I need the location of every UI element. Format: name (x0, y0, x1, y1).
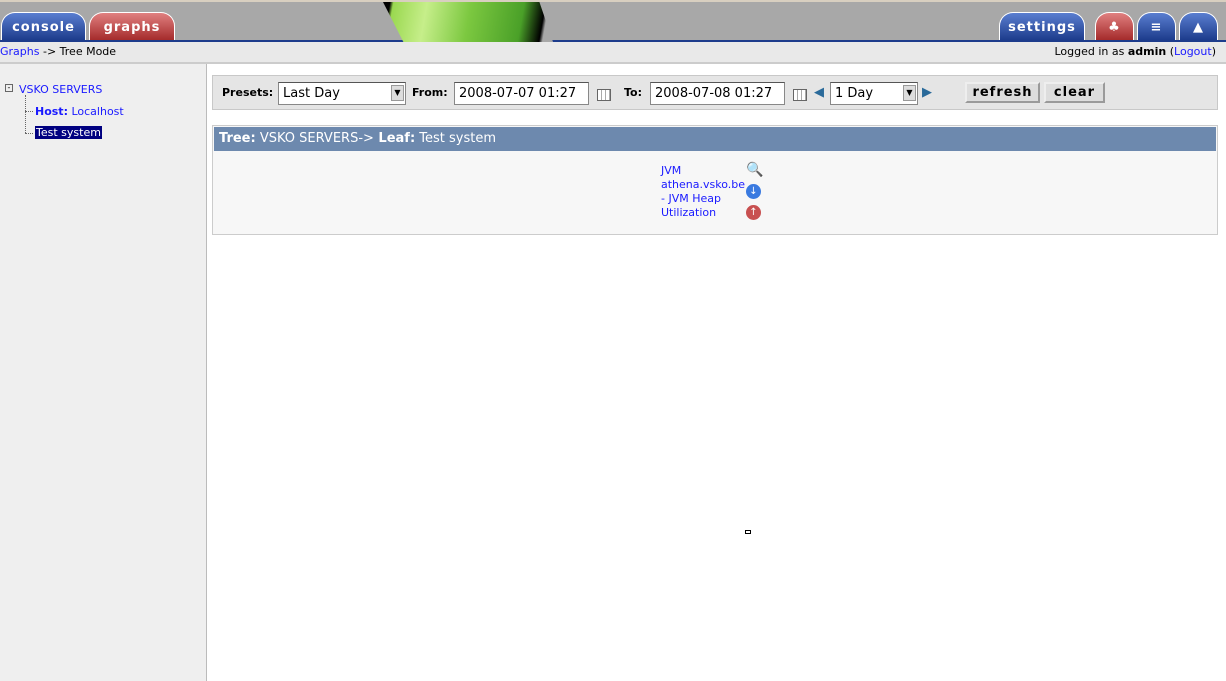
console-tab[interactable]: console (1, 12, 86, 40)
refresh-button[interactable]: refresh (965, 82, 1040, 103)
tree-item-localhost[interactable]: Host: Localhost (35, 105, 124, 118)
breadcrumb-graphs-link[interactable]: Graphs (0, 45, 39, 58)
timespan-select[interactable]: 1 Day ▼ (830, 82, 918, 105)
collapse-icon[interactable]: - (5, 84, 13, 92)
tree-sidebar: - VSKO SERVERS Host: Localhost Test syst… (0, 64, 207, 681)
chevron-down-icon: ▼ (391, 85, 404, 101)
zoom-magnifier-icon[interactable]: 🔍 (746, 163, 763, 178)
panel-header: Tree: VSKO SERVERS-> Leaf: Test system (214, 127, 1216, 151)
preview-icon: ▲ (1193, 20, 1204, 35)
breadcrumb-bar: Graphs -> Tree Mode Logged in as admin (… (0, 42, 1226, 64)
chevron-down-icon: ▼ (903, 85, 916, 101)
tree-view-tab[interactable]: ♣ (1095, 12, 1134, 40)
to-calendar-icon[interactable] (793, 89, 807, 101)
arrow-down-icon[interactable]: ↓ (746, 184, 761, 199)
graph-title-link[interactable]: JVM athena.vsko.be - JVM Heap Utilization (661, 164, 745, 220)
logout-link[interactable]: Logout (1174, 45, 1212, 58)
tree-icon: ♣ (1108, 20, 1121, 35)
from-date-input[interactable]: 2008-07-07 01:27 (454, 82, 589, 105)
timespan-filter-bar: Presets: Last Day ▼ From: 2008-07-07 01:2… (212, 75, 1218, 110)
from-calendar-icon[interactable] (597, 89, 611, 101)
top-nav-bar: console graphs settings ♣ ≡ ▲ (0, 0, 1226, 42)
graph-panel: Tree: VSKO SERVERS-> Leaf: Test system J… (212, 125, 1218, 235)
marker (745, 530, 751, 534)
graphs-tab[interactable]: graphs (89, 12, 175, 40)
tree-item-test-system[interactable]: Test system (35, 126, 102, 139)
clear-button[interactable]: clear (1044, 82, 1105, 103)
tree-root-vsko-servers[interactable]: VSKO SERVERS (19, 83, 102, 96)
breadcrumb: Graphs -> Tree Mode (0, 45, 117, 58)
login-status: Logged in as admin (Logout) (1054, 45, 1216, 58)
cacti-logo (383, 2, 553, 42)
preview-view-tab[interactable]: ▲ (1179, 12, 1218, 40)
shift-left-arrow-icon[interactable]: ◀ (814, 85, 824, 100)
presets-select[interactable]: Last Day ▼ (278, 82, 406, 105)
list-view-tab[interactable]: ≡ (1137, 12, 1176, 40)
settings-tab[interactable]: settings (999, 12, 1085, 40)
to-date-input[interactable]: 2008-07-08 01:27 (650, 82, 785, 105)
shift-right-arrow-icon[interactable]: ▶ (922, 85, 932, 100)
list-icon: ≡ (1150, 20, 1163, 35)
arrow-up-icon[interactable]: ↑ (746, 205, 761, 220)
